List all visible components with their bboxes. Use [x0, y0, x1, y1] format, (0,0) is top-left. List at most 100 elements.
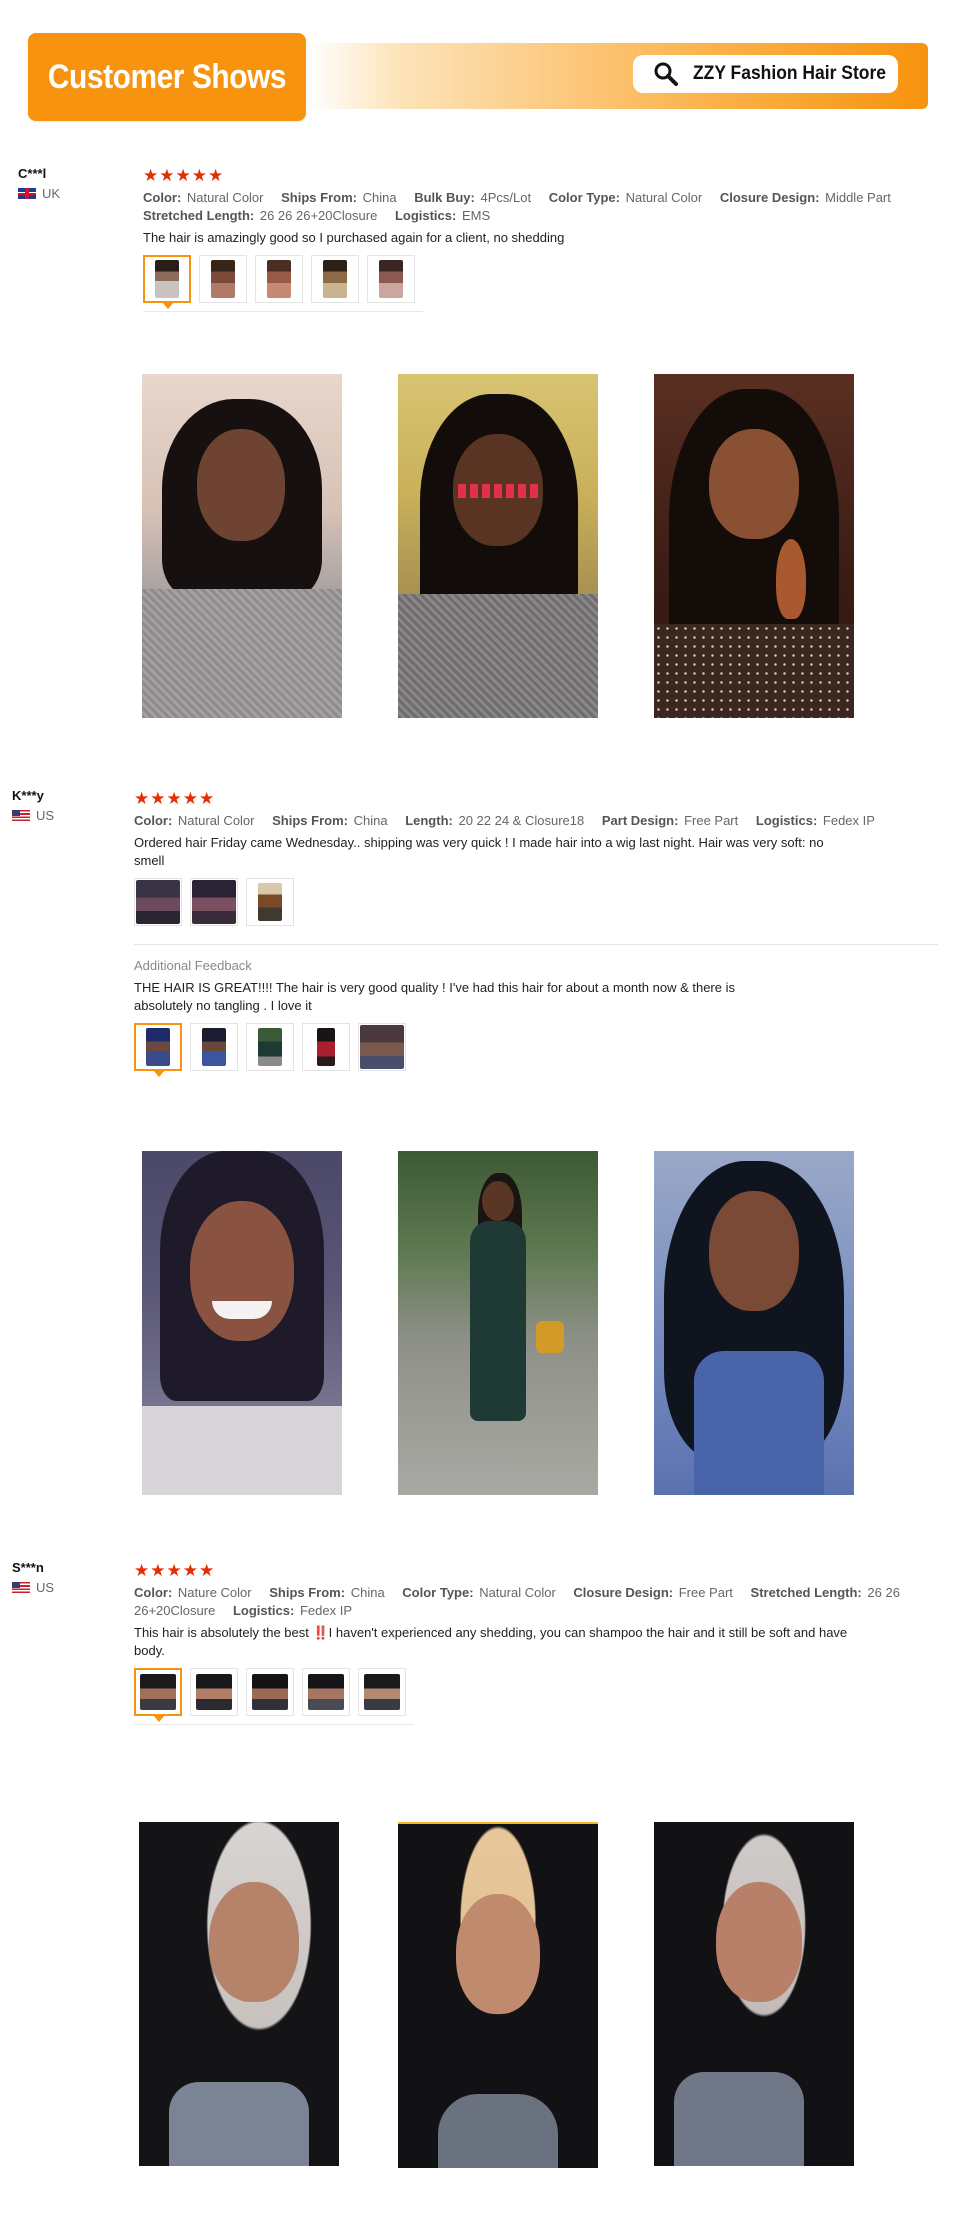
- reviewer-country: US: [12, 808, 54, 823]
- customer-photo[interactable]: [654, 1151, 854, 1495]
- attr-value: Fedex IP: [822, 813, 875, 828]
- photo-shirt: [674, 2072, 804, 2166]
- attr-stretched-length: Stretched Length: 26 26 26+20Closure: [143, 208, 377, 223]
- review-thumbnails: [143, 255, 423, 312]
- review-attributes: Color: Nature Color Ships From: China Co…: [134, 1584, 944, 1620]
- store-name: ZZY Fashion Hair Store: [693, 63, 886, 84]
- review-thumbnail[interactable]: [255, 255, 303, 303]
- photo-face: [456, 1894, 540, 2014]
- review-card: ★★★★★ Color: Natural Color Ships From: C…: [134, 790, 938, 1079]
- review-thumbnail[interactable]: [246, 1668, 294, 1716]
- flag-us-icon: [12, 1582, 30, 1593]
- photo-hearts: [458, 484, 538, 498]
- reviewer-info: C***l UK: [18, 166, 60, 201]
- photo-earring: [776, 539, 806, 619]
- attr-key: Ships From:: [269, 1585, 346, 1600]
- attr-key: Bulk Buy:: [414, 190, 475, 205]
- attr-key: Ships From:: [281, 190, 357, 205]
- attr-value: Natural Color: [186, 190, 264, 205]
- attr-ships-from: Ships From: China: [269, 1585, 384, 1600]
- star-rating: ★★★★★: [143, 166, 225, 185]
- flag-us-icon: [12, 810, 30, 821]
- customer-photo[interactable]: [142, 1151, 342, 1495]
- attr-key: Logistics:: [232, 1603, 295, 1618]
- review-thumbnail[interactable]: [190, 1023, 238, 1071]
- attr-value: China: [362, 190, 397, 205]
- customer-photo[interactable]: [139, 1822, 339, 2166]
- attr-value: China: [350, 1585, 385, 1600]
- photo-face: [190, 1201, 294, 1341]
- attr-value: Fedex IP: [299, 1603, 352, 1618]
- attr-key: Logistics:: [755, 813, 818, 828]
- reviewer-name: K***y: [12, 788, 44, 803]
- attr-value: 26 26 26+20Closure: [259, 208, 378, 223]
- customer-photo[interactable]: [654, 1822, 854, 2166]
- store-link-button[interactable]: ZZY Fashion Hair Store: [633, 55, 898, 93]
- photo-shirt: [694, 1351, 824, 1495]
- review-thumbnail[interactable]: [311, 255, 359, 303]
- attr-value: China: [353, 813, 388, 828]
- photo-shirt: [142, 1406, 342, 1495]
- attr-value: EMS: [461, 208, 491, 223]
- review-thumbnail[interactable]: [302, 1023, 350, 1071]
- photo-shirt: [438, 2094, 558, 2168]
- customer-photo[interactable]: [142, 374, 342, 718]
- attr-logistics: Logistics: EMS: [395, 208, 490, 223]
- attr-value: Natural Color: [479, 1585, 556, 1600]
- review-thumbnail[interactable]: [190, 878, 238, 926]
- review-thumbnail[interactable]: [246, 878, 294, 926]
- review-thumbnail[interactable]: [143, 255, 191, 309]
- country-label: UK: [42, 186, 61, 201]
- reviewer-country: UK: [18, 186, 60, 201]
- banner-title-box: Customer Shows: [28, 33, 306, 121]
- customer-photo[interactable]: [398, 1822, 598, 2168]
- customer-photo[interactable]: [654, 374, 854, 718]
- banner-title: Customer Shows: [47, 58, 287, 96]
- review-thumbnail[interactable]: [367, 255, 415, 303]
- photo-face: [716, 1882, 802, 2002]
- attr-ships-from: Ships From: China: [281, 190, 396, 205]
- attr-part-design: Part Design: Free Part: [602, 813, 738, 828]
- review-thumbnails: [134, 1668, 414, 1725]
- attr-value: Nature Color: [177, 1585, 252, 1600]
- review-thumbnail[interactable]: [358, 1668, 406, 1716]
- attr-value: 20 22 24 & Closure18: [458, 813, 585, 828]
- review-thumbnail[interactable]: [134, 1023, 182, 1077]
- review-thumbnail[interactable]: [199, 255, 247, 303]
- review-thumbnail[interactable]: [134, 878, 182, 926]
- attr-ships-from: Ships From: China: [272, 813, 387, 828]
- photo-smile: [212, 1301, 272, 1319]
- review-thumbnail[interactable]: [302, 1668, 350, 1716]
- attr-value: Middle Part: [825, 190, 891, 205]
- customer-photo[interactable]: [398, 374, 598, 718]
- attr-color: Color: Natural Color: [143, 190, 264, 205]
- attr-key: Stretched Length:: [143, 208, 255, 223]
- photo-sparkles: [654, 624, 854, 718]
- additional-feedback-text: THE HAIR IS GREAT!!!! The hair is very g…: [134, 980, 735, 1013]
- attr-color-type: Color Type: Natural Color: [549, 190, 702, 205]
- country-label: US: [36, 1580, 55, 1595]
- attr-key: Color:: [134, 1585, 173, 1600]
- attr-key: Part Design:: [601, 813, 679, 828]
- review-thumbnail[interactable]: [358, 1023, 406, 1071]
- attr-color: Color: Nature Color: [134, 1585, 252, 1600]
- reviewer-country: US: [12, 1580, 54, 1595]
- review-card: ★★★★★ Color: Nature Color Ships From: Ch…: [134, 1562, 944, 1725]
- review-card: ★★★★★ Color: Natural Color Ships From: C…: [143, 167, 933, 312]
- reviewer-info: K***y US: [12, 788, 54, 823]
- attr-key: Color:: [134, 813, 173, 828]
- attr-key: Closure Design:: [719, 190, 820, 205]
- attr-logistics: Logistics: Fedex IP: [233, 1603, 352, 1618]
- review-thumbnail[interactable]: [134, 1668, 182, 1722]
- review-text: Ordered hair Friday came Wednesday.. shi…: [134, 835, 824, 868]
- attr-key: Ships From:: [272, 813, 348, 828]
- attr-length: Length: 20 22 24 & Closure18: [405, 813, 584, 828]
- attr-value: 4Pcs/Lot: [480, 190, 532, 205]
- review-thumbnail[interactable]: [246, 1023, 294, 1071]
- customer-photo[interactable]: [398, 1151, 598, 1495]
- attr-value: Free Part: [684, 813, 739, 828]
- star-rating: ★★★★★: [134, 1561, 216, 1580]
- photo-shirt: [142, 589, 342, 718]
- photo-face-front: [482, 1181, 514, 1221]
- review-thumbnail[interactable]: [190, 1668, 238, 1716]
